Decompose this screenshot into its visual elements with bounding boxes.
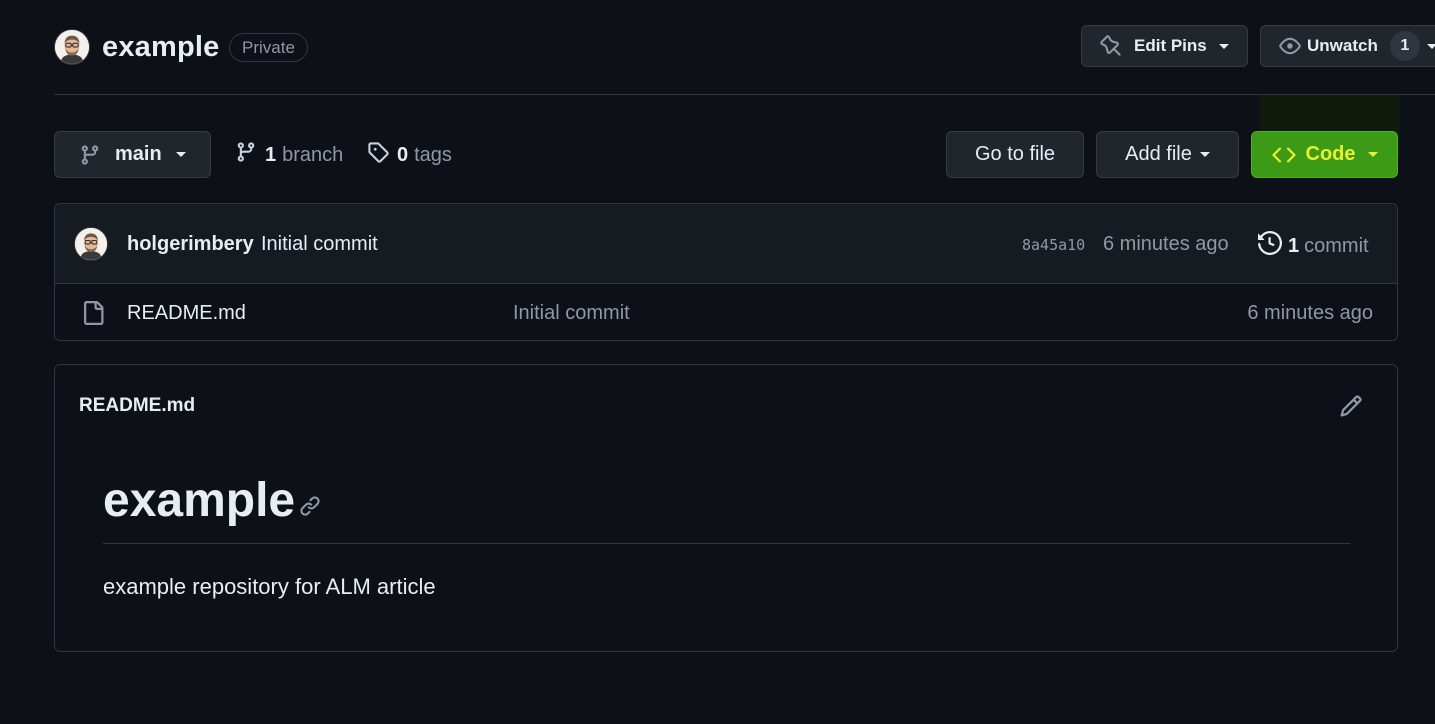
commit-author[interactable]: holgerimbery	[127, 233, 254, 256]
go-to-file-button[interactable]: Go to file	[946, 131, 1084, 178]
repo-page: example Private Edit Pins Unwatch 1 main	[0, 0, 1435, 724]
readme-heading: example	[103, 474, 296, 527]
readme-paragraph: example repository for ALM article	[103, 574, 436, 599]
repo-header: example Private Edit Pins Unwatch 1	[54, 25, 1435, 70]
watch-counter: 1	[1389, 31, 1420, 61]
commit-history-link[interactable]: 1 commit	[1258, 230, 1369, 261]
branch-count: 1	[265, 143, 277, 166]
commit-sha[interactable]: 8a45a10	[1022, 236, 1085, 254]
repo-name[interactable]: example	[102, 31, 219, 64]
tag-count-label: tags	[414, 143, 452, 166]
link-icon[interactable]	[299, 495, 321, 522]
commit-count-label: commit	[1304, 234, 1369, 257]
git-branch-icon	[79, 144, 101, 166]
pin-icon	[1100, 35, 1122, 57]
file-name[interactable]: README.md	[127, 302, 246, 325]
latest-commit-row: holgerimbery Initial commit 8a45a10 6 mi…	[55, 204, 1397, 284]
pencil-icon[interactable]	[1339, 394, 1363, 423]
file-commit-time: 6 minutes ago	[1247, 302, 1373, 324]
go-to-file-label: Go to file	[974, 143, 1056, 165]
chevron-down-icon	[1427, 43, 1435, 49]
header-divider	[54, 94, 1435, 95]
visibility-badge: Private	[229, 33, 308, 62]
code-label: Code	[1305, 143, 1356, 165]
history-icon	[1258, 230, 1283, 261]
file-commit-message[interactable]: Initial commit	[513, 302, 630, 325]
add-file-label: Add file	[1125, 143, 1192, 165]
tag-icon	[367, 141, 389, 169]
branch-name: main	[115, 143, 162, 165]
chevron-down-icon	[175, 152, 186, 157]
add-file-button[interactable]: Add file	[1096, 131, 1239, 178]
commit-author-avatar[interactable]	[74, 227, 108, 261]
chevron-down-icon	[1218, 43, 1229, 49]
file-icon	[81, 301, 105, 330]
unwatch-label: Unwatch	[1307, 36, 1378, 55]
readme-filename[interactable]: README.md	[79, 395, 195, 417]
owner-avatar[interactable]	[54, 29, 90, 65]
unwatch-button[interactable]: Unwatch 1	[1260, 25, 1435, 67]
tag-count: 0	[397, 143, 409, 166]
edit-pins-button[interactable]: Edit Pins	[1081, 25, 1248, 67]
commit-count: 1	[1288, 234, 1300, 257]
branch-select-button[interactable]: main	[54, 131, 211, 178]
unwatch-dropdown[interactable]	[1427, 25, 1435, 67]
file-table: holgerimbery Initial commit 8a45a10 6 mi…	[54, 203, 1398, 341]
git-branch-icon	[235, 141, 257, 169]
branches-link[interactable]: 1 branch	[235, 141, 343, 169]
code-icon	[1271, 143, 1296, 167]
table-row: README.md Initial commit 6 minutes ago	[55, 284, 1397, 340]
heading-divider	[103, 543, 1350, 544]
commit-time: 6 minutes ago	[1103, 233, 1229, 255]
branch-count-label: branch	[282, 143, 344, 166]
chevron-down-icon	[1367, 152, 1378, 157]
readme-panel: README.md example example repository for…	[54, 364, 1398, 652]
tags-link[interactable]: 0 tags	[367, 141, 452, 169]
commit-message[interactable]: Initial commit	[261, 233, 378, 256]
edit-pins-label: Edit Pins	[1134, 36, 1207, 55]
eye-icon	[1279, 35, 1301, 57]
code-button[interactable]: Code	[1251, 131, 1398, 178]
chevron-down-icon	[1199, 152, 1210, 157]
